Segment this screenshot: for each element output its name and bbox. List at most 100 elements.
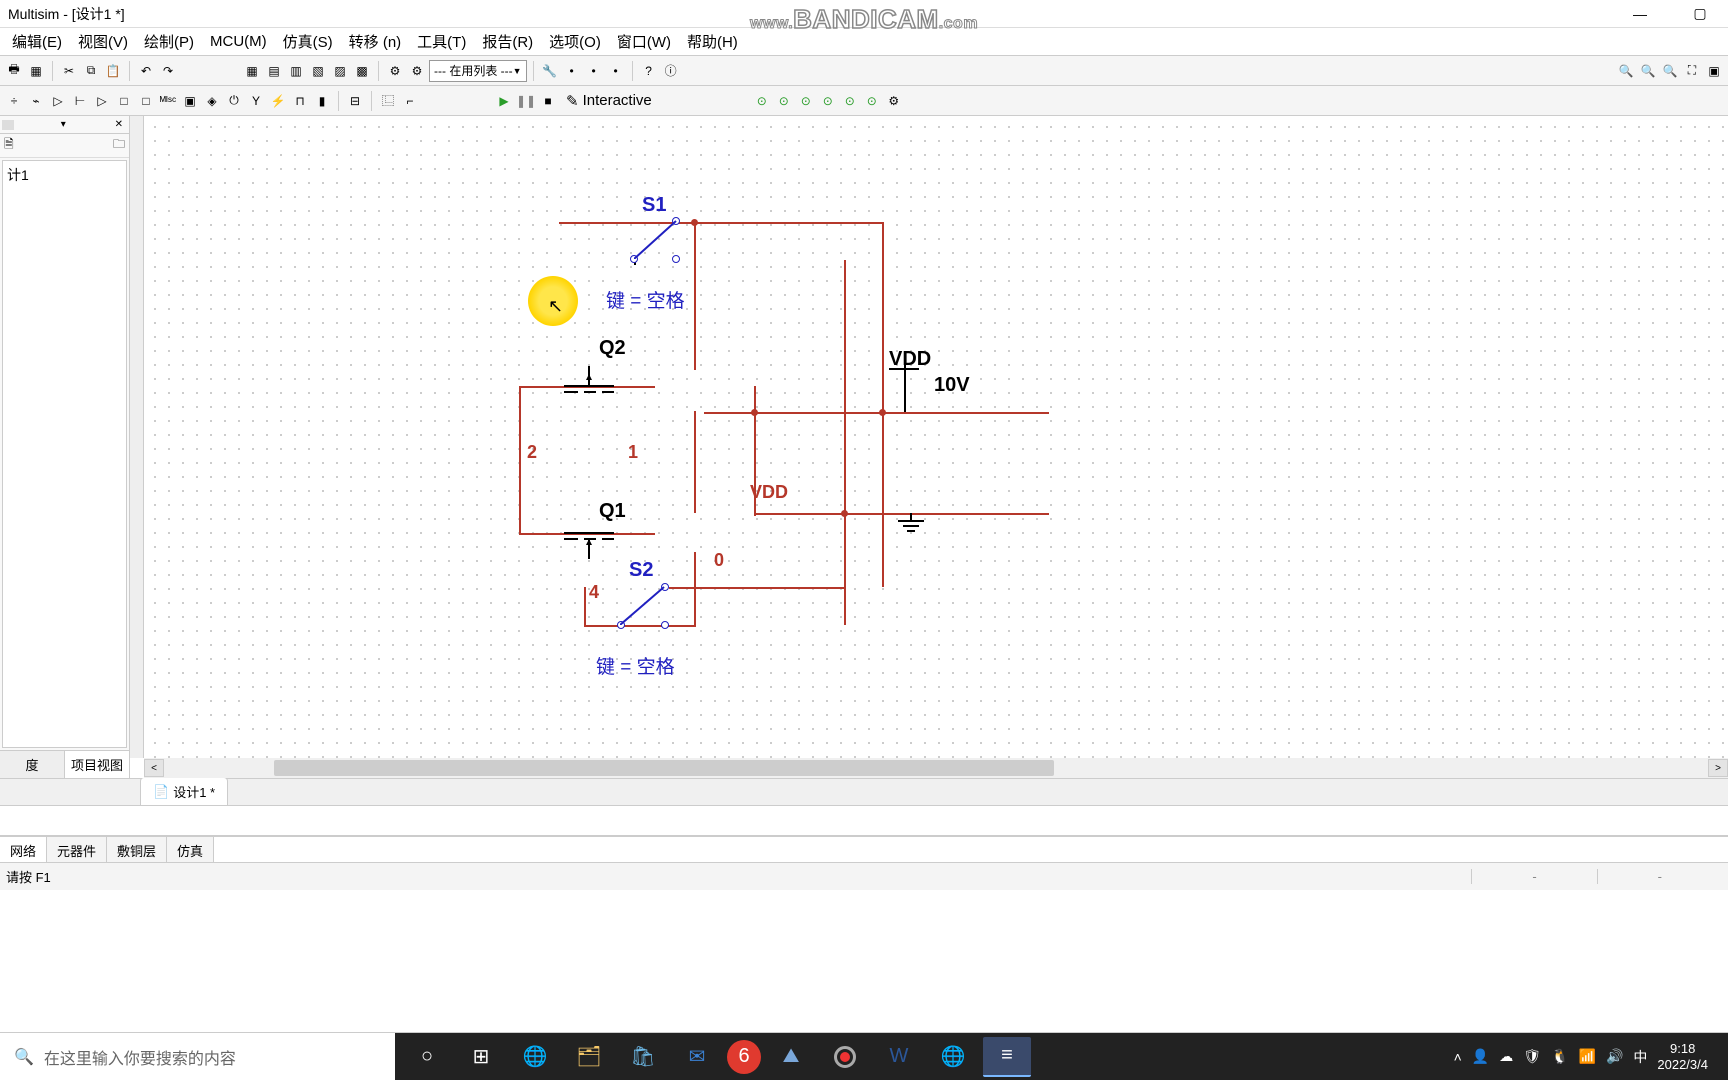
taskbar-edge[interactable]: 🌐 bbox=[511, 1037, 559, 1077]
zoom-in-button[interactable]: 🔍 bbox=[1616, 61, 1636, 81]
taskbar-mail[interactable]: ✉ bbox=[673, 1037, 721, 1077]
wire[interactable] bbox=[694, 411, 696, 513]
menu-view[interactable]: 视图(V) bbox=[70, 27, 136, 56]
wire[interactable] bbox=[584, 587, 586, 627]
menu-edit[interactable]: 编辑(E) bbox=[4, 27, 70, 56]
place-source-button[interactable]: ÷ bbox=[4, 91, 24, 111]
tray-ime[interactable]: 中 bbox=[1633, 1047, 1647, 1067]
taskbar-explorer[interactable]: 🗂 bbox=[565, 1037, 613, 1077]
preview-button[interactable]: ▦ bbox=[26, 61, 46, 81]
menu-draw[interactable]: 绘制(P) bbox=[136, 27, 202, 56]
minimize-button[interactable]: — bbox=[1620, 4, 1660, 24]
place-mcu-button[interactable]: ▮ bbox=[312, 91, 332, 111]
fullscreen-button[interactable]: ▣ bbox=[1704, 61, 1724, 81]
pause-button[interactable]: ❚❚ bbox=[516, 91, 536, 111]
probe4-button[interactable]: • bbox=[606, 61, 626, 81]
grid5-button[interactable]: ▨ bbox=[330, 61, 350, 81]
run-button[interactable]: ▶ bbox=[494, 91, 514, 111]
grid1-button[interactable]: ▦ bbox=[242, 61, 262, 81]
switch-s1[interactable] bbox=[634, 219, 678, 259]
probe-d-button[interactable]: ⊙ bbox=[818, 91, 838, 111]
ground-symbol[interactable] bbox=[894, 513, 928, 540]
tab-nets[interactable]: 网络 bbox=[0, 837, 47, 862]
taskbar-cortana[interactable]: ○ bbox=[403, 1037, 451, 1077]
taskbar-word[interactable]: W bbox=[875, 1037, 923, 1077]
tray-security-icon[interactable]: 🛡 bbox=[1523, 1048, 1541, 1065]
menu-help[interactable]: 帮助(H) bbox=[679, 27, 746, 56]
probe-v-button[interactable]: ⊙ bbox=[752, 91, 772, 111]
scroll-track[interactable] bbox=[164, 759, 1708, 777]
place-misc-button[interactable]: ᴹᴵˢᶜ bbox=[158, 91, 178, 111]
taskbar-multisim[interactable]: ≡ bbox=[983, 1037, 1031, 1077]
probe3-button[interactable]: • bbox=[584, 61, 604, 81]
grid3-button[interactable]: ▥ bbox=[286, 61, 306, 81]
comp1-button[interactable]: ⚙ bbox=[385, 61, 405, 81]
horizontal-scrollbar[interactable]: < > bbox=[144, 758, 1728, 778]
place-connector-button[interactable]: ⊓ bbox=[290, 91, 310, 111]
taskbar-search[interactable]: 🔍 在这里输入你要搜索的内容 bbox=[0, 1033, 395, 1080]
interactive-mode[interactable]: ✎ Interactive bbox=[560, 92, 658, 110]
switch-s2[interactable] bbox=[620, 585, 666, 625]
panel-close-button[interactable]: ✕ bbox=[111, 119, 127, 130]
probe-ref-button[interactable]: ⊙ bbox=[840, 91, 860, 111]
tab-components[interactable]: 元器件 bbox=[47, 837, 107, 862]
grid2-button[interactable]: ▤ bbox=[264, 61, 284, 81]
taskbar-taskview[interactable]: ⊞ bbox=[457, 1037, 505, 1077]
grid4-button[interactable]: ▧ bbox=[308, 61, 328, 81]
probe2-button[interactable]: • bbox=[562, 61, 582, 81]
design-tree[interactable]: 计1 bbox=[2, 160, 127, 748]
probe-settings-button[interactable]: ⚙ bbox=[884, 91, 904, 111]
menu-options[interactable]: 选项(O) bbox=[541, 27, 609, 56]
taskbar-app2[interactable]: ⛰ bbox=[767, 1037, 815, 1077]
menu-mcu[interactable]: MCU(M) bbox=[202, 29, 275, 54]
place-ttl-button[interactable]: □ bbox=[114, 91, 134, 111]
scroll-thumb[interactable] bbox=[274, 760, 1054, 776]
probe-p-button[interactable]: ⊙ bbox=[796, 91, 816, 111]
wire[interactable] bbox=[882, 222, 884, 587]
transistor-q2[interactable] bbox=[554, 366, 624, 416]
menu-simulate[interactable]: 仿真(S) bbox=[275, 27, 341, 56]
place-transistor-button[interactable]: ⊢ bbox=[70, 91, 90, 111]
zoom-area-button[interactable]: ⛶ bbox=[1682, 61, 1702, 81]
wire[interactable] bbox=[559, 222, 884, 224]
tray-qq-icon[interactable]: 🐧 bbox=[1551, 1048, 1568, 1065]
probe1-button[interactable]: 🔧 bbox=[540, 61, 560, 81]
place-diode-button[interactable]: ▷ bbox=[48, 91, 68, 111]
place-analog-button[interactable]: ▷ bbox=[92, 91, 112, 111]
maximize-button[interactable]: ▢ bbox=[1680, 4, 1720, 24]
copy-button[interactable]: ⧉ bbox=[81, 61, 101, 81]
print-button[interactable]: 🖶 bbox=[4, 61, 24, 81]
menu-report[interactable]: 报告(R) bbox=[474, 27, 541, 56]
scroll-right-button[interactable]: > bbox=[1708, 759, 1728, 777]
wire[interactable] bbox=[669, 587, 844, 589]
tray-people-icon[interactable]: 👤 bbox=[1472, 1048, 1489, 1065]
zoom-fit-button[interactable]: 🔍 bbox=[1660, 61, 1680, 81]
probe-diff-button[interactable]: ⊙ bbox=[862, 91, 882, 111]
place-em-button[interactable]: ⚡ bbox=[268, 91, 288, 111]
schematic-canvas[interactable]: S1 键 = 空格 S2 键 = 空格 bbox=[144, 116, 1728, 758]
wire[interactable] bbox=[694, 222, 696, 370]
tab-copper[interactable]: 敷铜层 bbox=[107, 837, 167, 862]
taskbar-store[interactable]: 🛍 bbox=[619, 1037, 667, 1077]
place-bus-button[interactable]: ⊟ bbox=[345, 91, 365, 111]
undo-button[interactable]: ↶ bbox=[136, 61, 156, 81]
wire[interactable] bbox=[519, 386, 521, 534]
panel-dropdown-button[interactable]: ▾ bbox=[57, 119, 70, 130]
tab-hierarchy[interactable]: 度 bbox=[0, 751, 65, 778]
redo-button[interactable]: ↷ bbox=[158, 61, 178, 81]
tree-item-design1[interactable]: 计1 bbox=[7, 165, 122, 185]
menu-transfer[interactable]: 转移 (n) bbox=[341, 27, 410, 56]
tray-volume-icon[interactable]: 🔊 bbox=[1606, 1048, 1623, 1065]
tray-up-icon[interactable]: ˄ bbox=[1454, 1049, 1462, 1065]
junction-button[interactable]: ⌐ bbox=[400, 91, 420, 111]
tray-wifi-icon[interactable]: 📶 bbox=[1579, 1048, 1596, 1065]
zoom-out-button[interactable]: 🔍 bbox=[1638, 61, 1658, 81]
scroll-left-button[interactable]: < bbox=[144, 759, 164, 777]
inuse-list-combo[interactable]: --- 在用列表 --- ▼ bbox=[429, 60, 527, 82]
wire[interactable] bbox=[694, 552, 696, 627]
wire[interactable] bbox=[844, 260, 846, 625]
new-design-icon[interactable]: 🗎 bbox=[4, 135, 14, 156]
menu-window[interactable]: 窗口(W) bbox=[609, 27, 679, 56]
help-button[interactable]: ? bbox=[639, 61, 659, 81]
tab-project-view[interactable]: 项目视图 bbox=[65, 751, 129, 778]
